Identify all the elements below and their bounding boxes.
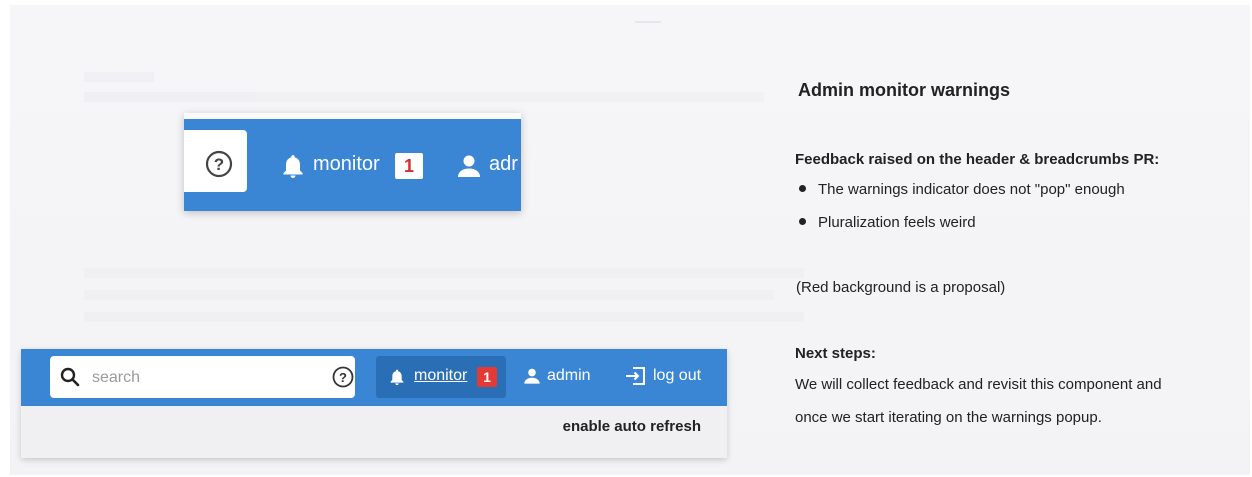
section-title: Admin monitor warnings xyxy=(798,80,1011,100)
person-icon xyxy=(456,153,482,184)
warning-count-badge: 1 xyxy=(395,153,423,179)
monitor-label[interactable]: monitor xyxy=(313,153,380,176)
logout-icon xyxy=(625,366,647,391)
bell-icon xyxy=(281,153,305,184)
proposal-note: (Red background is a proposal) xyxy=(796,279,1006,296)
bullet-dot xyxy=(799,217,806,225)
zoomed-header-crop: ? monitor 1 adr xyxy=(184,113,521,211)
help-circle-icon[interactable]: ? xyxy=(205,150,233,183)
monitor-button[interactable]: monitor 1 xyxy=(376,356,506,398)
svg-text:?: ? xyxy=(339,370,347,385)
feedback-item: Pluralization feels weird xyxy=(799,214,976,231)
search-icon xyxy=(60,367,80,392)
feedback-item-text: The warnings indicator does not "pop" en… xyxy=(818,181,1125,198)
admin-label[interactable]: admin xyxy=(547,367,591,385)
next-steps-heading: Next steps: xyxy=(795,345,876,362)
logout-label[interactable]: log out xyxy=(653,367,701,385)
faded-background-text xyxy=(84,262,804,322)
warning-count-badge: 1 xyxy=(477,367,497,387)
search-input[interactable] xyxy=(90,364,314,392)
faded-background-text xyxy=(84,66,764,110)
monitor-link[interactable]: monitor xyxy=(414,367,467,385)
feedback-heading: Feedback raised on the header & breadcru… xyxy=(795,151,1160,168)
bullet-dot xyxy=(799,184,806,192)
next-steps-line: once we start iterating on the warnings … xyxy=(795,409,1102,426)
svg-text:?: ? xyxy=(214,155,224,174)
auto-refresh-toggle[interactable]: enable auto refresh xyxy=(563,418,701,435)
user-label-partial[interactable]: adr xyxy=(489,153,518,176)
header-preview: ? monitor 1 admin xyxy=(21,349,727,458)
bell-icon xyxy=(389,368,405,391)
next-steps-line: We will collect feedback and revisit thi… xyxy=(795,376,1162,393)
help-circle-icon[interactable]: ? xyxy=(332,366,354,393)
person-icon xyxy=(523,367,541,390)
slide-top-marker xyxy=(635,21,661,23)
search-box[interactable]: ? xyxy=(50,356,355,398)
feedback-item: The warnings indicator does not "pop" en… xyxy=(799,181,1125,198)
feedback-item-text: Pluralization feels weird xyxy=(818,214,976,231)
